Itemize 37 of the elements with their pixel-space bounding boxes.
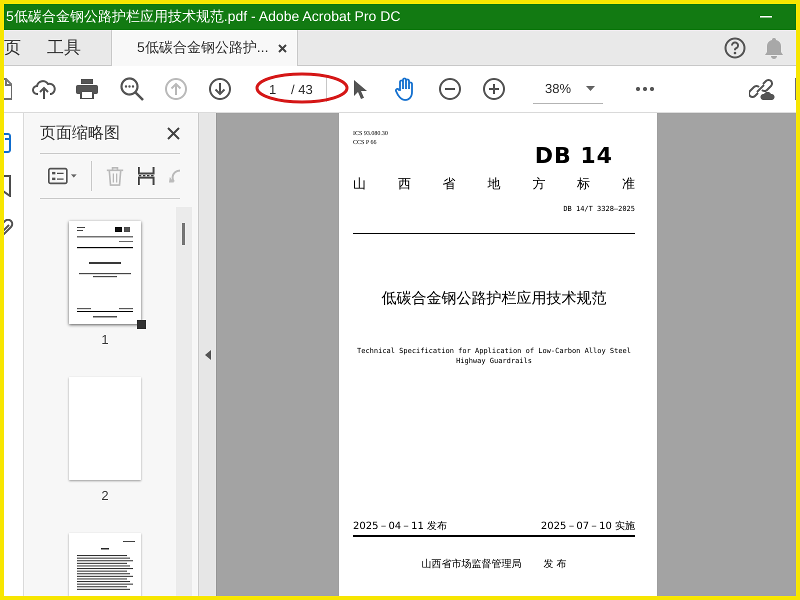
window-title: 5低碳合金钢公路护栏应用技术规范.pdf - Adobe Acrobat Pro DC [6,8,402,26]
cloud-upload-icon[interactable] [32,78,56,100]
thumbnail-options-icon[interactable] [48,165,78,187]
search-icon[interactable] [120,77,144,101]
nav-tab[interactable]: 页 [4,30,35,65]
zoom-dropdown[interactable]: 38% [533,74,603,104]
scrollbar-thumb[interactable] [182,223,186,245]
more-icon[interactable] [636,87,654,91]
pointer-icon[interactable] [353,79,367,99]
nav-tab[interactable]: 工具 [35,30,95,65]
next-page-icon[interactable] [209,78,231,100]
document-title: 低碳合金钢公路护栏应用技术规范 [380,289,608,308]
panel-title: 页面缩略图 [40,124,120,144]
link-cloud-icon[interactable] [749,77,775,101]
zoom-out-icon[interactable] [439,78,461,100]
insert-page-icon[interactable] [138,164,155,188]
standard-code: DB 14 [534,144,613,169]
page-total: / 43 [291,82,313,96]
close-icon[interactable] [278,44,288,52]
issue-date: 2025－04－11 发布 [353,520,448,533]
page-number-field[interactable]: 1 [269,82,281,96]
scrollbar-track[interactable] [176,207,192,596]
resize-handle[interactable] [136,320,146,329]
collapse-arrow-icon [204,350,211,360]
page-number-label: 2 [101,488,109,503]
issue-label: 发 布 [543,558,567,570]
document-tab[interactable]: 5低碳合金钢公路护... [111,30,298,66]
effective-date: 2025－07－10 实施 [540,520,635,533]
close-icon[interactable] [167,127,180,140]
zoom-value: 38% [545,81,572,96]
help-icon[interactable] [724,36,746,58]
page-number-label: 1 [101,332,109,347]
print-icon[interactable] [76,79,98,99]
issuer: 山西省市场监督管理局 [421,558,522,570]
standard-category: 山 西 省 地 方 标 准 [353,176,635,193]
zoom-in-icon[interactable] [483,78,505,100]
caret-icon [586,86,595,91]
